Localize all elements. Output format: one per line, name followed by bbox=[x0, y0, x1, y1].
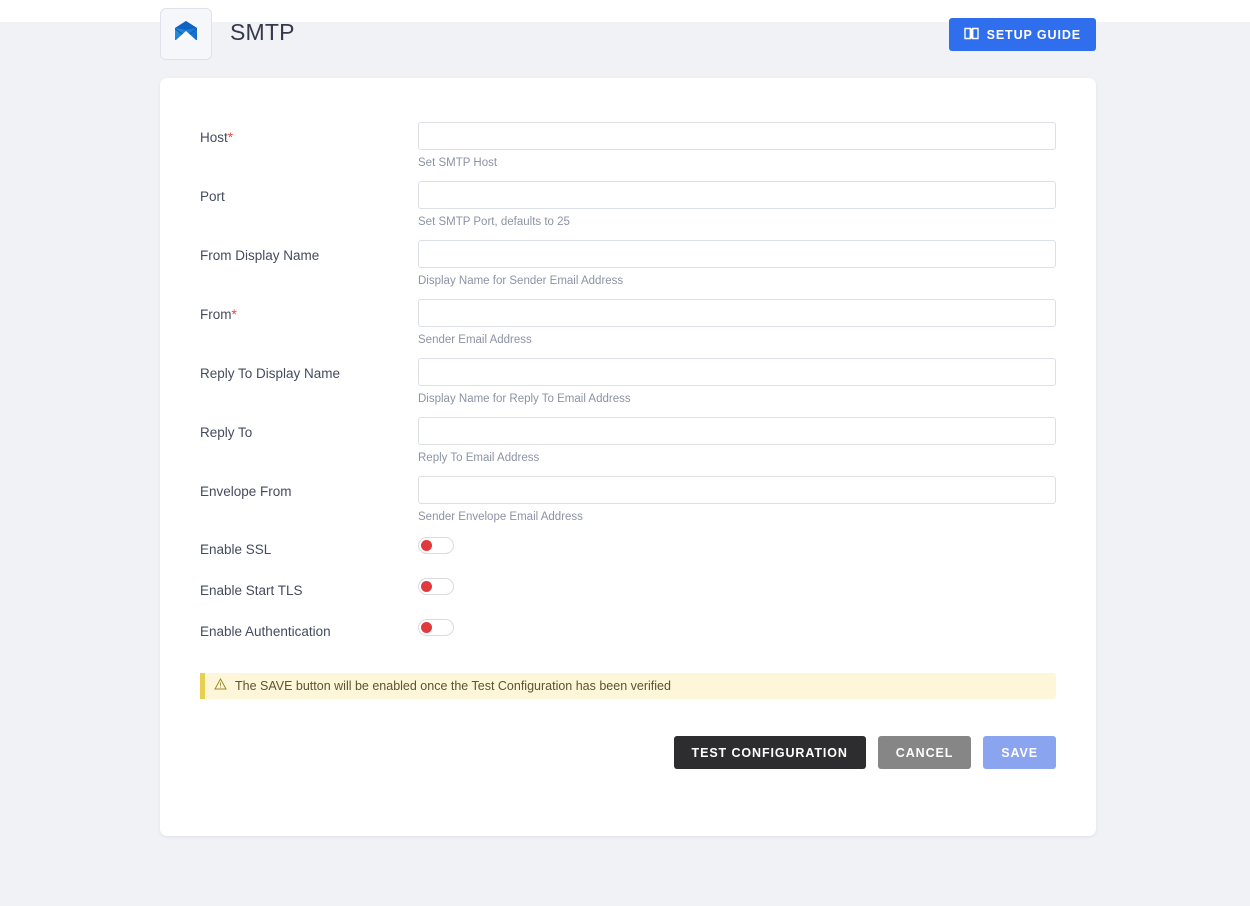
enable-start-tls-toggle[interactable] bbox=[418, 578, 454, 595]
port-input[interactable] bbox=[418, 181, 1056, 209]
control-from: Sender Email Address bbox=[418, 299, 1056, 346]
reply-to-display-name-input[interactable] bbox=[418, 358, 1056, 386]
toggle-knob bbox=[421, 622, 432, 633]
field-row-envelope-from: Envelope From Sender Envelope Email Addr… bbox=[200, 476, 1096, 535]
field-row-port: Port Set SMTP Port, defaults to 25 bbox=[200, 181, 1096, 240]
smtp-app-icon-box bbox=[160, 8, 212, 60]
toggle-row-enable-start-tls: Enable Start TLS bbox=[200, 576, 1096, 617]
toggle-row-enable-authentication: Enable Authentication bbox=[200, 617, 1096, 658]
label-reply-to-display-name: Reply To Display Name bbox=[200, 366, 341, 381]
control-host: Set SMTP Host bbox=[418, 122, 1056, 169]
control-port: Set SMTP Port, defaults to 25 bbox=[418, 181, 1056, 228]
smtp-settings-card: Host* Set SMTP Host Port Set SMTP Port, … bbox=[160, 78, 1096, 836]
smtp-form: Host* Set SMTP Host Port Set SMTP Port, … bbox=[200, 122, 1096, 769]
save-disabled-warning-banner: The SAVE button will be enabled once the… bbox=[200, 673, 1056, 699]
required-marker: * bbox=[231, 307, 237, 322]
hint-from-display-name: Display Name for Sender Email Address bbox=[418, 275, 624, 287]
book-icon bbox=[963, 27, 979, 43]
cancel-button[interactable]: CANCEL bbox=[877, 736, 972, 769]
field-row-from-display-name: From Display Name Display Name for Sende… bbox=[200, 240, 1096, 299]
hint-reply-to: Reply To Email Address bbox=[418, 452, 540, 464]
reply-to-input[interactable] bbox=[418, 417, 1056, 445]
label-from: From* bbox=[200, 307, 237, 322]
control-from-display-name: Display Name for Sender Email Address bbox=[418, 240, 1056, 287]
save-button[interactable]: SAVE bbox=[983, 736, 1056, 769]
label-reply-to: Reply To bbox=[200, 425, 253, 440]
enable-authentication-toggle[interactable] bbox=[418, 619, 454, 636]
toggle-knob bbox=[421, 540, 432, 551]
warning-text: The SAVE button will be enabled once the… bbox=[235, 679, 671, 693]
label-port: Port bbox=[200, 189, 225, 204]
label-enable-start-tls: Enable Start TLS bbox=[200, 583, 303, 598]
setup-guide-label: SETUP GUIDE bbox=[986, 27, 1081, 42]
from-input[interactable] bbox=[418, 299, 1056, 327]
required-marker: * bbox=[227, 130, 234, 145]
envelope-from-input[interactable] bbox=[418, 476, 1056, 504]
hint-envelope-from: Sender Envelope Email Address bbox=[418, 511, 583, 523]
label-enable-authentication: Enable Authentication bbox=[200, 624, 331, 639]
control-reply-to-display-name: Display Name for Reply To Email Address bbox=[418, 358, 1056, 405]
field-row-reply-to-display-name: Reply To Display Name Display Name for R… bbox=[200, 358, 1096, 417]
setup-guide-button[interactable]: SETUP GUIDE bbox=[948, 18, 1096, 51]
field-row-host: Host* Set SMTP Host bbox=[200, 122, 1096, 181]
host-input[interactable] bbox=[418, 122, 1056, 150]
warning-triangle-icon bbox=[214, 677, 227, 695]
enable-ssl-toggle[interactable] bbox=[418, 537, 454, 554]
test-configuration-button[interactable]: TEST CONFIGURATION bbox=[673, 736, 866, 769]
label-envelope-from: Envelope From bbox=[200, 484, 292, 499]
hint-port: Set SMTP Port, defaults to 25 bbox=[418, 216, 570, 228]
hint-from: Sender Email Address bbox=[418, 334, 532, 346]
hint-host: Set SMTP Host bbox=[418, 157, 498, 169]
label-host: Host* bbox=[200, 130, 234, 145]
label-enable-ssl: Enable SSL bbox=[200, 542, 272, 557]
from-display-name-input[interactable] bbox=[418, 240, 1056, 268]
envelope-icon bbox=[172, 18, 200, 51]
control-envelope-from: Sender Envelope Email Address bbox=[418, 476, 1056, 523]
page-title: SMTP bbox=[230, 19, 295, 45]
field-row-from: From* Sender Email Address bbox=[200, 299, 1096, 358]
page-header: SMTP SETUP GUIDE bbox=[160, 8, 1096, 66]
form-actions: TEST CONFIGURATION CANCEL SAVE bbox=[200, 736, 1056, 769]
hint-reply-to-display-name: Display Name for Reply To Email Address bbox=[418, 393, 631, 405]
toggle-knob bbox=[421, 581, 432, 592]
toggle-row-enable-ssl: Enable SSL bbox=[200, 535, 1096, 576]
field-row-reply-to: Reply To Reply To Email Address bbox=[200, 417, 1096, 476]
control-reply-to: Reply To Email Address bbox=[418, 417, 1056, 464]
label-from-display-name: From Display Name bbox=[200, 248, 320, 263]
